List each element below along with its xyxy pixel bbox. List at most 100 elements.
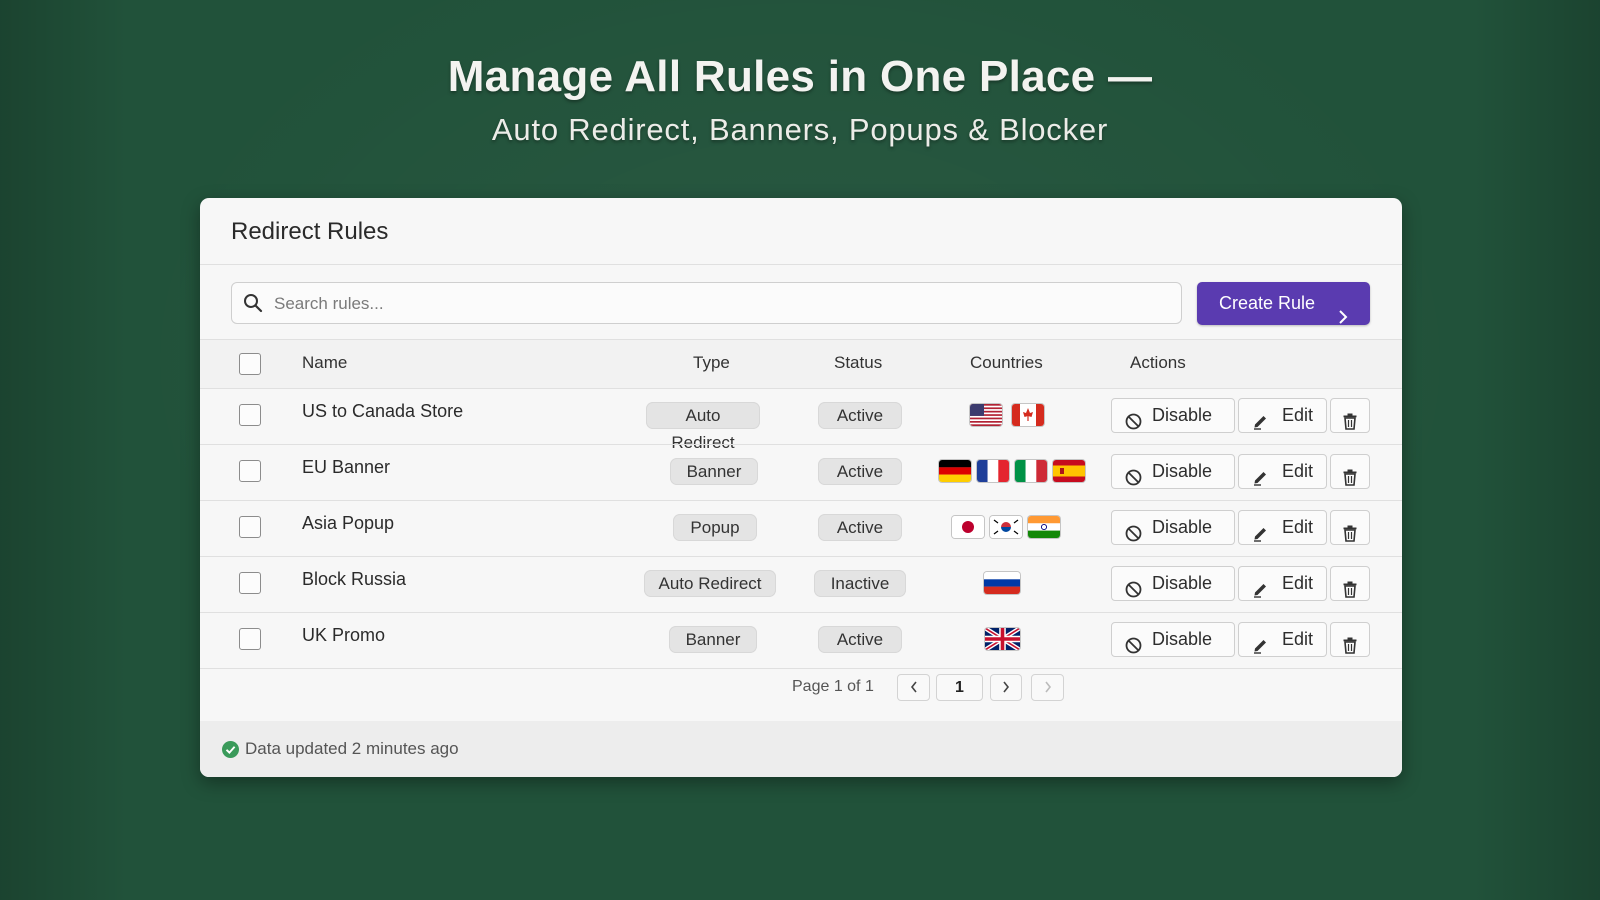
- delete-button[interactable]: [1330, 398, 1370, 433]
- disable-label: Disable: [1152, 517, 1213, 537]
- ca-flag-icon: [1012, 404, 1044, 426]
- country-flags: [939, 460, 1085, 482]
- create-rule-button[interactable]: Create Rule: [1197, 282, 1370, 325]
- select-all-checkbox[interactable]: [239, 353, 261, 375]
- jp-flag-icon: [952, 516, 984, 538]
- rule-name[interactable]: US to Canada Store: [302, 401, 463, 422]
- search-box[interactable]: [231, 282, 1182, 325]
- row-checkbox[interactable]: [239, 572, 261, 594]
- chevron-right-icon: [1044, 679, 1052, 696]
- disable-button[interactable]: Disable: [1111, 510, 1235, 545]
- type-badge: Auto Redirect: [644, 570, 776, 597]
- edit-label: Edit: [1282, 573, 1314, 593]
- disable-button[interactable]: Disable: [1111, 398, 1235, 433]
- disable-label: Disable: [1152, 405, 1213, 425]
- trash-icon: [1342, 632, 1358, 665]
- disable-button[interactable]: Disable: [1111, 454, 1235, 489]
- status-footer: Data updated 2 minutes ago: [200, 721, 1402, 777]
- table-row: EU Banner Banner Active Disable Edit: [200, 445, 1402, 501]
- trash-icon: [1342, 520, 1358, 553]
- row-checkbox[interactable]: [239, 460, 261, 482]
- us-flag-icon: [970, 404, 1002, 426]
- divider: [200, 668, 1402, 669]
- kr-flag-icon: [990, 516, 1022, 538]
- search-input[interactable]: [272, 283, 1176, 325]
- de-flag-icon: [939, 460, 971, 482]
- ban-icon: [1125, 520, 1142, 553]
- status-badge: Active: [818, 626, 902, 653]
- country-flags: [952, 516, 1060, 538]
- rule-name[interactable]: Asia Popup: [302, 513, 394, 534]
- country-flags: [985, 628, 1020, 650]
- delete-button[interactable]: [1330, 454, 1370, 489]
- row-checkbox[interactable]: [239, 628, 261, 650]
- edit-button[interactable]: Edit: [1238, 510, 1327, 545]
- type-badge: Auto Redirect: [646, 402, 760, 452]
- pencil-icon: [1252, 576, 1269, 609]
- disable-button[interactable]: Disable: [1111, 622, 1235, 657]
- rules-card: Redirect Rules Create Rule Name Type Sta…: [200, 198, 1402, 777]
- column-type[interactable]: Type: [693, 353, 730, 373]
- search-icon: [243, 293, 263, 318]
- status-badge: Active: [818, 402, 902, 429]
- type-badge: Banner: [670, 458, 758, 485]
- edit-label: Edit: [1282, 461, 1314, 481]
- column-countries[interactable]: Countries: [970, 353, 1043, 373]
- last-page-button[interactable]: [1031, 674, 1064, 701]
- edit-button[interactable]: Edit: [1238, 398, 1327, 433]
- delete-button[interactable]: [1330, 622, 1370, 657]
- table-row: Asia Popup Popup Active Disable Edit: [200, 501, 1402, 557]
- status-badge: Active: [818, 458, 902, 485]
- table-row: Block Russia Auto Redirect Inactive Disa…: [200, 557, 1402, 613]
- chevron-right-icon: [1338, 297, 1348, 340]
- edit-label: Edit: [1282, 517, 1314, 537]
- column-name[interactable]: Name: [302, 353, 347, 373]
- disable-label: Disable: [1152, 461, 1213, 481]
- fr-flag-icon: [977, 460, 1009, 482]
- rule-name[interactable]: Block Russia: [302, 569, 406, 590]
- table-row: US to Canada Store Auto Redirect Active …: [200, 389, 1402, 452]
- rule-name[interactable]: EU Banner: [302, 457, 390, 478]
- row-checkbox[interactable]: [239, 404, 261, 426]
- ban-icon: [1125, 408, 1142, 441]
- edit-label: Edit: [1282, 629, 1314, 649]
- card-title: Redirect Rules: [231, 218, 389, 245]
- pencil-icon: [1252, 464, 1269, 497]
- status-badge: Inactive: [814, 570, 906, 597]
- disable-label: Disable: [1152, 573, 1213, 593]
- hero-subtitle: Auto Redirect, Banners, Popups & Blocker: [491, 112, 1109, 147]
- check-circle-icon: [222, 741, 239, 763]
- chevron-right-icon: [1002, 679, 1010, 696]
- page-info: Page 1 of 1: [792, 678, 874, 695]
- hero-title: Manage All Rules in One Place —: [447, 52, 1153, 101]
- ban-icon: [1125, 576, 1142, 609]
- country-flags: [984, 572, 1020, 594]
- edit-button[interactable]: Edit: [1238, 566, 1327, 601]
- disable-button[interactable]: Disable: [1111, 566, 1235, 601]
- column-actions: Actions: [1130, 353, 1186, 372]
- row-checkbox[interactable]: [239, 516, 261, 538]
- page-number-button[interactable]: 1: [936, 674, 983, 701]
- delete-button[interactable]: [1330, 510, 1370, 545]
- trash-icon: [1342, 408, 1358, 441]
- next-page-button[interactable]: [990, 674, 1022, 701]
- prev-page-button[interactable]: [897, 674, 930, 701]
- type-badge: Popup: [673, 514, 757, 541]
- edit-label: Edit: [1282, 405, 1314, 425]
- rule-name[interactable]: UK Promo: [302, 625, 385, 646]
- es-flag-icon: [1053, 460, 1085, 482]
- it-flag-icon: [1015, 460, 1047, 482]
- chevron-left-icon: [910, 679, 918, 696]
- edit-button[interactable]: Edit: [1238, 622, 1327, 657]
- delete-button[interactable]: [1330, 566, 1370, 601]
- ban-icon: [1125, 632, 1142, 665]
- in-flag-icon: [1028, 516, 1060, 538]
- create-rule-label: Create Rule: [1219, 293, 1316, 313]
- last-updated-text: Data updated 2 minutes ago: [245, 739, 459, 758]
- type-badge: Banner: [669, 626, 757, 653]
- table-row: UK Promo Banner Active Disable Edit: [200, 613, 1402, 669]
- ru-flag-icon: [984, 572, 1020, 594]
- edit-button[interactable]: Edit: [1238, 454, 1327, 489]
- country-flags: [970, 404, 1044, 426]
- column-status[interactable]: Status: [834, 353, 882, 373]
